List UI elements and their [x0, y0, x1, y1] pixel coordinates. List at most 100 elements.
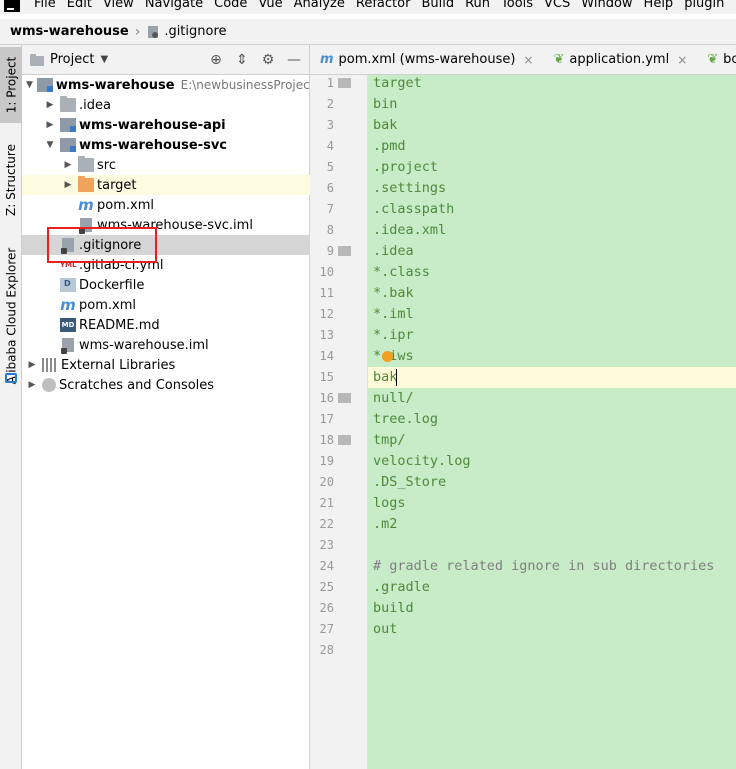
code-line[interactable]: .gradle	[373, 577, 430, 598]
bookmark-icon[interactable]	[338, 393, 351, 403]
gitignore-file-icon	[148, 25, 159, 38]
gear-icon[interactable]: ⚙	[259, 51, 277, 69]
menu-item-code[interactable]: Code	[214, 0, 247, 12]
code-line[interactable]: .m2	[373, 514, 397, 535]
menu-item-file[interactable]: File	[34, 0, 56, 12]
line-number: 2	[326, 97, 334, 111]
tree-item-scratches[interactable]: ▶ Scratches and Consoles	[22, 375, 310, 395]
line-number: 3	[326, 118, 334, 132]
menu-item-build[interactable]: Build	[421, 0, 454, 12]
code-line[interactable]: out	[373, 619, 397, 640]
code-line[interactable]: *.iws	[373, 346, 414, 367]
intention-bulb-icon[interactable]	[382, 351, 393, 362]
bookmark-icon[interactable]	[338, 78, 351, 88]
minimize-icon[interactable]: —	[285, 51, 303, 69]
tree-item-root-iml[interactable]: ▶ wms-warehouse.iml	[22, 335, 310, 355]
chevron-right-icon[interactable]: ▶	[62, 180, 74, 190]
menu-item-edit[interactable]: Edit	[67, 0, 92, 12]
code-line[interactable]: .project	[373, 157, 438, 178]
tab-pom-xml[interactable]: m pom.xml (wms-warehouse) ×	[310, 45, 543, 74]
menu-item-analyze[interactable]: Analyze	[294, 0, 345, 12]
line-number: 9	[326, 244, 334, 258]
menu-item-view[interactable]: View	[103, 0, 134, 12]
close-icon[interactable]: ×	[523, 53, 533, 67]
code-line[interactable]: *.bak	[373, 283, 414, 304]
menu-item-help[interactable]: Help	[644, 0, 674, 12]
chevron-right-icon[interactable]: ▶	[62, 160, 74, 170]
tree-item-external-libraries[interactable]: ▶ External Libraries	[22, 355, 310, 375]
collapse-icon[interactable]: ⇕	[233, 51, 251, 69]
code-line[interactable]: bak	[373, 115, 397, 136]
line-number: 4	[326, 139, 334, 153]
chevron-right-icon[interactable]: ▶	[26, 380, 38, 390]
code-line[interactable]: build	[373, 598, 414, 619]
tool-tab-structure[interactable]: Z: Structure	[0, 137, 22, 223]
tree-item-src[interactable]: ▶ src	[22, 155, 310, 175]
code-line[interactable]: .pmd	[373, 136, 406, 157]
code-line[interactable]: .idea.xml	[373, 220, 446, 241]
tool-tab-alibaba-cloud[interactable]: Alibaba Cloud Explorer	[0, 241, 22, 391]
code-line[interactable]: .settings	[373, 178, 446, 199]
code-line[interactable]: velocity.log	[373, 451, 471, 472]
crosshair-icon[interactable]: ⊕	[207, 51, 225, 69]
project-panel-title[interactable]: Project	[50, 52, 94, 67]
chevron-down-icon[interactable]: ▼	[44, 140, 56, 150]
intellij-logo-icon	[4, 0, 20, 12]
project-folder-icon	[30, 53, 44, 66]
spring-leaf-icon: ❦	[707, 52, 719, 67]
code-line[interactable]: null/	[373, 388, 414, 409]
tab-application-yml[interactable]: ❦ application.yml ×	[543, 45, 697, 74]
menu-item-vue[interactable]: Vue	[258, 0, 282, 12]
code-line[interactable]: bin	[373, 94, 397, 115]
line-number: 11	[319, 286, 334, 300]
tool-tab-project[interactable]: 1: Project	[0, 47, 22, 123]
spring-leaf-icon: ❦	[553, 52, 565, 67]
code-line[interactable]: tree.log	[373, 409, 438, 430]
code-line[interactable]: .idea	[373, 241, 414, 262]
code-line[interactable]: tmp/	[373, 430, 406, 451]
menu-item-navigate[interactable]: Navigate	[145, 0, 203, 12]
code-line[interactable]: *.class	[373, 262, 430, 283]
menu-item-run[interactable]: Run	[465, 0, 490, 12]
code-line[interactable]: *.iml	[373, 304, 414, 325]
chevron-down-icon[interactable]: ▼	[100, 54, 108, 65]
menu-item-vcs[interactable]: VCS	[544, 0, 570, 12]
tree-item-wms-warehouse-svc[interactable]: ▼ wms-warehouse-svc	[22, 135, 310, 155]
chevron-right-icon[interactable]: ▶	[26, 360, 38, 370]
menu-items: File Edit View Navigate Code Vue Analyze Refact…	[34, 0, 736, 12]
code-line[interactable]: target	[373, 73, 422, 94]
code-line[interactable]: .classpath	[373, 199, 454, 220]
tree-item-svc-pom[interactable]: ▶ m pom.xml	[22, 195, 310, 215]
tree-item-target[interactable]: ▶ target	[22, 175, 310, 195]
tree-item-readme[interactable]: ▶ MD README.md	[22, 315, 310, 335]
tree-item-wms-warehouse-api[interactable]: ▶ wms-warehouse-api	[22, 115, 310, 135]
line-number: 10	[319, 265, 334, 279]
close-icon[interactable]: ×	[677, 53, 687, 67]
bookmark-icon[interactable]	[338, 435, 351, 445]
menu-item-plugin[interactable]: plugin	[684, 0, 724, 12]
tree-item-wms-warehouse[interactable]: ▼ wms-warehouse E:\newbusinessProject\wr	[22, 75, 333, 95]
bookmark-icon[interactable]	[338, 246, 351, 256]
tree-item-root-pom[interactable]: ▶ m pom.xml	[22, 295, 310, 315]
menu-item-refactor[interactable]: Refactor	[356, 0, 411, 12]
chevron-right-icon[interactable]: ▶	[44, 100, 56, 110]
code-line[interactable]: # gradle related ignore in sub directori…	[373, 556, 714, 577]
code-line[interactable]: bak	[373, 367, 397, 388]
tree-item-dockerfile[interactable]: ▶ Dockerfile	[22, 275, 310, 295]
menu-item-tools[interactable]: Tools	[501, 0, 533, 12]
code-line[interactable]: *.ipr	[373, 325, 414, 346]
line-number: 28	[319, 643, 334, 657]
chevron-right-icon[interactable]: ▶	[44, 120, 56, 130]
maven-icon: m	[78, 196, 94, 214]
code-editor[interactable]: target bin bak .pmd .project .settings .classp…	[368, 75, 736, 769]
breadcrumb-root[interactable]: wms-warehouse	[10, 24, 129, 39]
chevron-down-icon[interactable]: ▼	[26, 80, 33, 90]
code-line[interactable]: .DS_Store	[373, 472, 446, 493]
code-line[interactable]: logs	[373, 493, 406, 514]
tab-bootstrap[interactable]: ❦ bootstrap	[697, 45, 736, 74]
breadcrumb-file[interactable]: .gitignore	[164, 24, 226, 39]
tree-item-idea[interactable]: ▶ .idea	[22, 95, 310, 115]
line-number: 24	[319, 559, 334, 573]
line-number: 25	[319, 580, 334, 594]
menu-item-window[interactable]: Window	[581, 0, 632, 12]
